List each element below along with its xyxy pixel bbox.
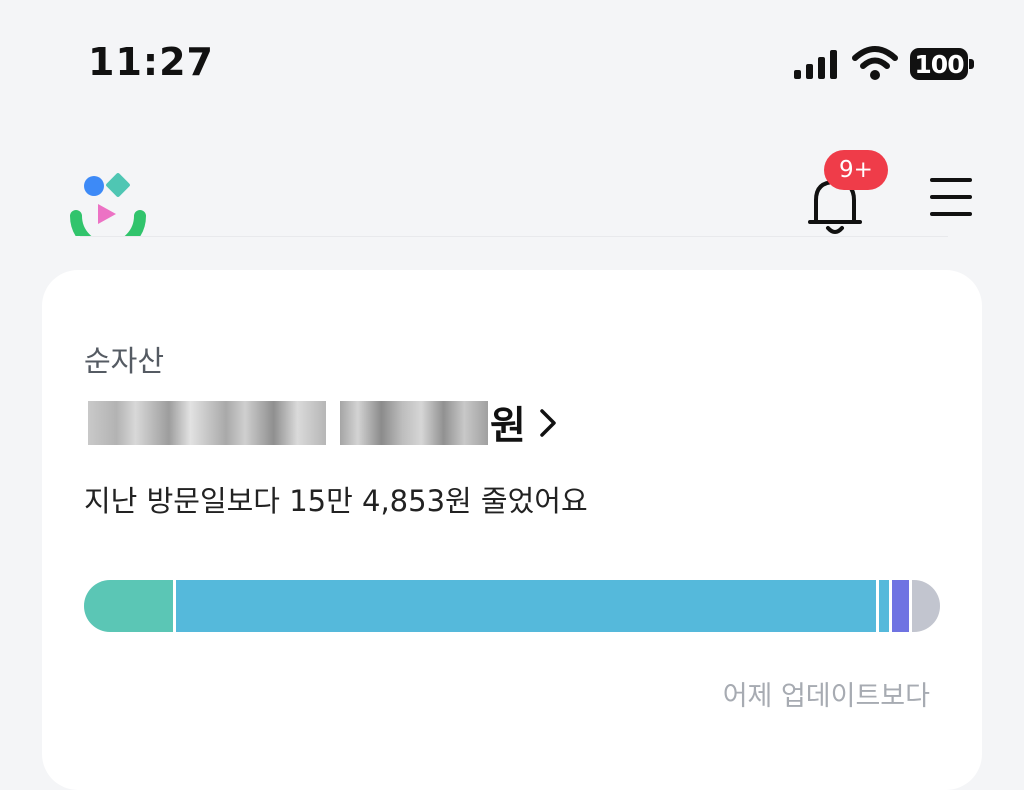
wifi-icon xyxy=(852,46,898,80)
update-comparison-note: 어제 업데이트보다 xyxy=(722,681,930,712)
asset-bar-segment xyxy=(879,580,890,632)
net-assets-card[interactable]: 순자산 원 지난 방문일보다 15만 4,853원 줄었어요 어제 업데이트보다 xyxy=(42,270,982,790)
app-logo[interactable] xyxy=(66,152,150,236)
asset-bar-segment xyxy=(892,580,910,632)
asset-bar-segment xyxy=(84,580,173,632)
asset-bar-segment xyxy=(912,580,940,632)
battery-icon: 100 xyxy=(910,48,974,80)
redacted-amount-part xyxy=(88,401,326,445)
status-bar: 11:27 100 xyxy=(0,0,1024,120)
asset-bar-segment xyxy=(175,580,877,632)
notification-badge: 9+ xyxy=(824,150,888,190)
net-assets-amount[interactable]: 원 xyxy=(88,398,558,449)
menu-icon[interactable] xyxy=(926,174,974,220)
app-header: 9+ xyxy=(0,130,1024,240)
net-assets-label: 순자산 xyxy=(84,344,165,378)
chevron-right-icon xyxy=(540,409,556,437)
asset-change-text: 지난 방문일보다 15만 4,853원 줄었어요 xyxy=(84,484,588,518)
header-divider xyxy=(80,236,948,237)
asset-distribution-bar[interactable] xyxy=(84,580,940,632)
battery-level: 100 xyxy=(910,48,968,80)
currency-unit: 원 xyxy=(490,404,526,449)
redacted-amount-part xyxy=(340,401,488,445)
clock: 11:27 xyxy=(88,40,214,84)
cellular-signal-icon xyxy=(794,50,837,79)
